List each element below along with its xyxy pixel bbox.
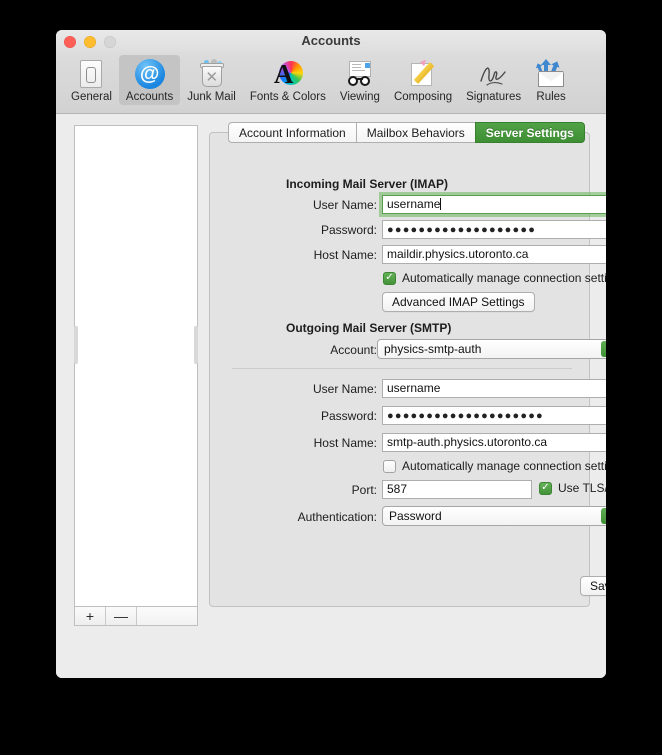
accounts-at-icon: @ xyxy=(134,58,166,90)
outgoing-auto-manage-checkbox-row[interactable]: Automatically manage connection settings xyxy=(383,459,606,473)
viewing-icon xyxy=(344,58,376,90)
server-settings-panel: Incoming Mail Server (IMAP) User Name: u… xyxy=(209,132,606,607)
accounts-list-controls: + — xyxy=(74,606,198,626)
accounts-list[interactable] xyxy=(74,125,198,607)
minimize-button-icon[interactable] xyxy=(84,36,96,48)
toolbar-item-signatures[interactable]: Signatures xyxy=(459,55,528,105)
traffic-light-buttons xyxy=(64,36,116,48)
remove-account-button[interactable]: — xyxy=(106,607,137,625)
toolbar-label-viewing: Viewing xyxy=(339,91,380,103)
toolbar-item-accounts[interactable]: @ Accounts xyxy=(118,55,181,105)
chevron-up-down-icon: ▲▼ xyxy=(601,341,606,358)
incoming-auto-manage-label: Automatically manage connection settings xyxy=(402,271,606,285)
toolbar-label-accounts: Accounts xyxy=(125,91,174,103)
toolbar-label-rules: Rules xyxy=(536,91,566,103)
chevron-up-down-icon: ▲▼ xyxy=(601,508,606,525)
fonts-colors-icon: A xyxy=(272,58,304,90)
incoming-section-title: Incoming Mail Server (IMAP) xyxy=(286,177,449,191)
toolbar-label-junk-mail: Junk Mail xyxy=(187,91,236,103)
outgoing-authentication-label: Authentication: xyxy=(297,510,377,524)
outgoing-password-input[interactable]: ●●●●●●●●●●●●●●●●●●●● xyxy=(382,406,606,425)
toolbar-label-general: General xyxy=(71,91,112,103)
toolbar-label-composing: Composing xyxy=(393,91,453,103)
toolbar-item-fonts-colors[interactable]: A Fonts & Colors xyxy=(243,55,333,105)
sidebar-resize-handle-left[interactable] xyxy=(74,326,78,364)
general-icon xyxy=(75,58,107,90)
outgoing-username-input[interactable]: username xyxy=(382,379,606,398)
window-titlebar: Accounts xyxy=(56,30,606,52)
use-tls-ssl-label: Use TLS/SSL xyxy=(558,481,606,495)
add-account-button[interactable]: + xyxy=(75,607,106,625)
sidebar-resize-handle-right[interactable] xyxy=(194,326,198,364)
toolbar-item-composing[interactable]: Composing xyxy=(387,55,459,105)
outgoing-authentication-value: Password xyxy=(389,509,442,523)
outgoing-hostname-label: Host Name: xyxy=(313,436,377,450)
outgoing-port-label: Port: xyxy=(351,483,377,497)
text-caret xyxy=(440,198,442,210)
outgoing-hostname-input[interactable]: smtp-auth.physics.utoronto.ca xyxy=(382,433,606,452)
accounts-list-controls-spacer xyxy=(137,607,197,625)
incoming-username-input[interactable]: username xyxy=(382,195,606,214)
incoming-password-value: ●●●●●●●●●●●●●●●●●●● xyxy=(387,224,537,236)
toolbar-item-viewing[interactable]: Viewing xyxy=(333,55,387,105)
settings-tab-bar: Account Information Mailbox Behaviors Se… xyxy=(228,122,585,143)
outgoing-password-value: ●●●●●●●●●●●●●●●●●●●● xyxy=(387,410,544,422)
rules-icon xyxy=(535,58,567,90)
toolbar-label-fonts-colors: Fonts & Colors xyxy=(249,91,326,103)
tab-mailbox-behaviors[interactable]: Mailbox Behaviors xyxy=(355,122,475,143)
accounts-preferences-window: Accounts General @ Accounts ✕ Junk Mail … xyxy=(56,30,606,678)
tab-server-settings[interactable]: Server Settings xyxy=(474,122,585,143)
outgoing-authentication-popup[interactable]: Password ▲▼ xyxy=(382,506,606,526)
incoming-username-label: User Name: xyxy=(312,198,377,212)
outgoing-account-popup[interactable]: physics-smtp-auth ▲▼ xyxy=(377,339,606,359)
tab-account-information[interactable]: Account Information xyxy=(228,122,356,143)
outgoing-account-value: physics-smtp-auth xyxy=(384,342,482,356)
outgoing-account-label: Account: xyxy=(330,343,377,357)
outgoing-port-input[interactable]: 587 xyxy=(382,480,532,499)
outgoing-username-label: User Name: xyxy=(312,382,377,396)
outgoing-section-divider xyxy=(232,368,572,369)
advanced-imap-settings-button[interactable]: Advanced IMAP Settings xyxy=(382,292,535,312)
incoming-username-value: username xyxy=(387,197,441,211)
use-tls-ssl-checkbox[interactable]: ✓ xyxy=(539,481,552,495)
toolbar-item-junk-mail[interactable]: ✕ Junk Mail xyxy=(180,55,243,105)
use-tls-ssl-checkbox-row[interactable]: ✓ Use TLS/SSL xyxy=(539,481,606,495)
toolbar-item-general[interactable]: General xyxy=(64,55,119,105)
outgoing-auto-manage-label: Automatically manage connection settings xyxy=(402,459,606,473)
incoming-auto-manage-checkbox[interactable]: ✓ xyxy=(383,271,396,285)
outgoing-section-title: Outgoing Mail Server (SMTP) xyxy=(286,321,452,335)
incoming-password-label: Password: xyxy=(320,223,377,237)
signatures-icon xyxy=(478,58,510,90)
composing-icon xyxy=(407,57,439,90)
save-button[interactable]: Save xyxy=(580,576,606,596)
close-button-icon[interactable] xyxy=(64,36,76,48)
preferences-toolbar: General @ Accounts ✕ Junk Mail A Fonts &… xyxy=(56,52,606,114)
incoming-hostname-input[interactable]: maildir.physics.utoronto.ca xyxy=(382,245,606,264)
outgoing-auto-manage-checkbox[interactable] xyxy=(383,459,396,473)
preferences-body: + — Incoming Mail Server (IMAP) User Nam… xyxy=(56,114,606,678)
incoming-password-input[interactable]: ●●●●●●●●●●●●●●●●●●● xyxy=(382,220,606,239)
incoming-auto-manage-checkbox-row[interactable]: ✓ Automatically manage connection settin… xyxy=(383,271,606,285)
window-title: Accounts xyxy=(301,33,361,48)
incoming-hostname-label: Host Name: xyxy=(313,248,377,262)
outgoing-password-label: Password: xyxy=(320,409,377,423)
toolbar-item-rules[interactable]: Rules xyxy=(528,55,574,105)
zoom-button-icon xyxy=(104,36,116,48)
toolbar-label-signatures: Signatures xyxy=(466,91,522,103)
junk-mail-icon: ✕ xyxy=(196,58,228,90)
